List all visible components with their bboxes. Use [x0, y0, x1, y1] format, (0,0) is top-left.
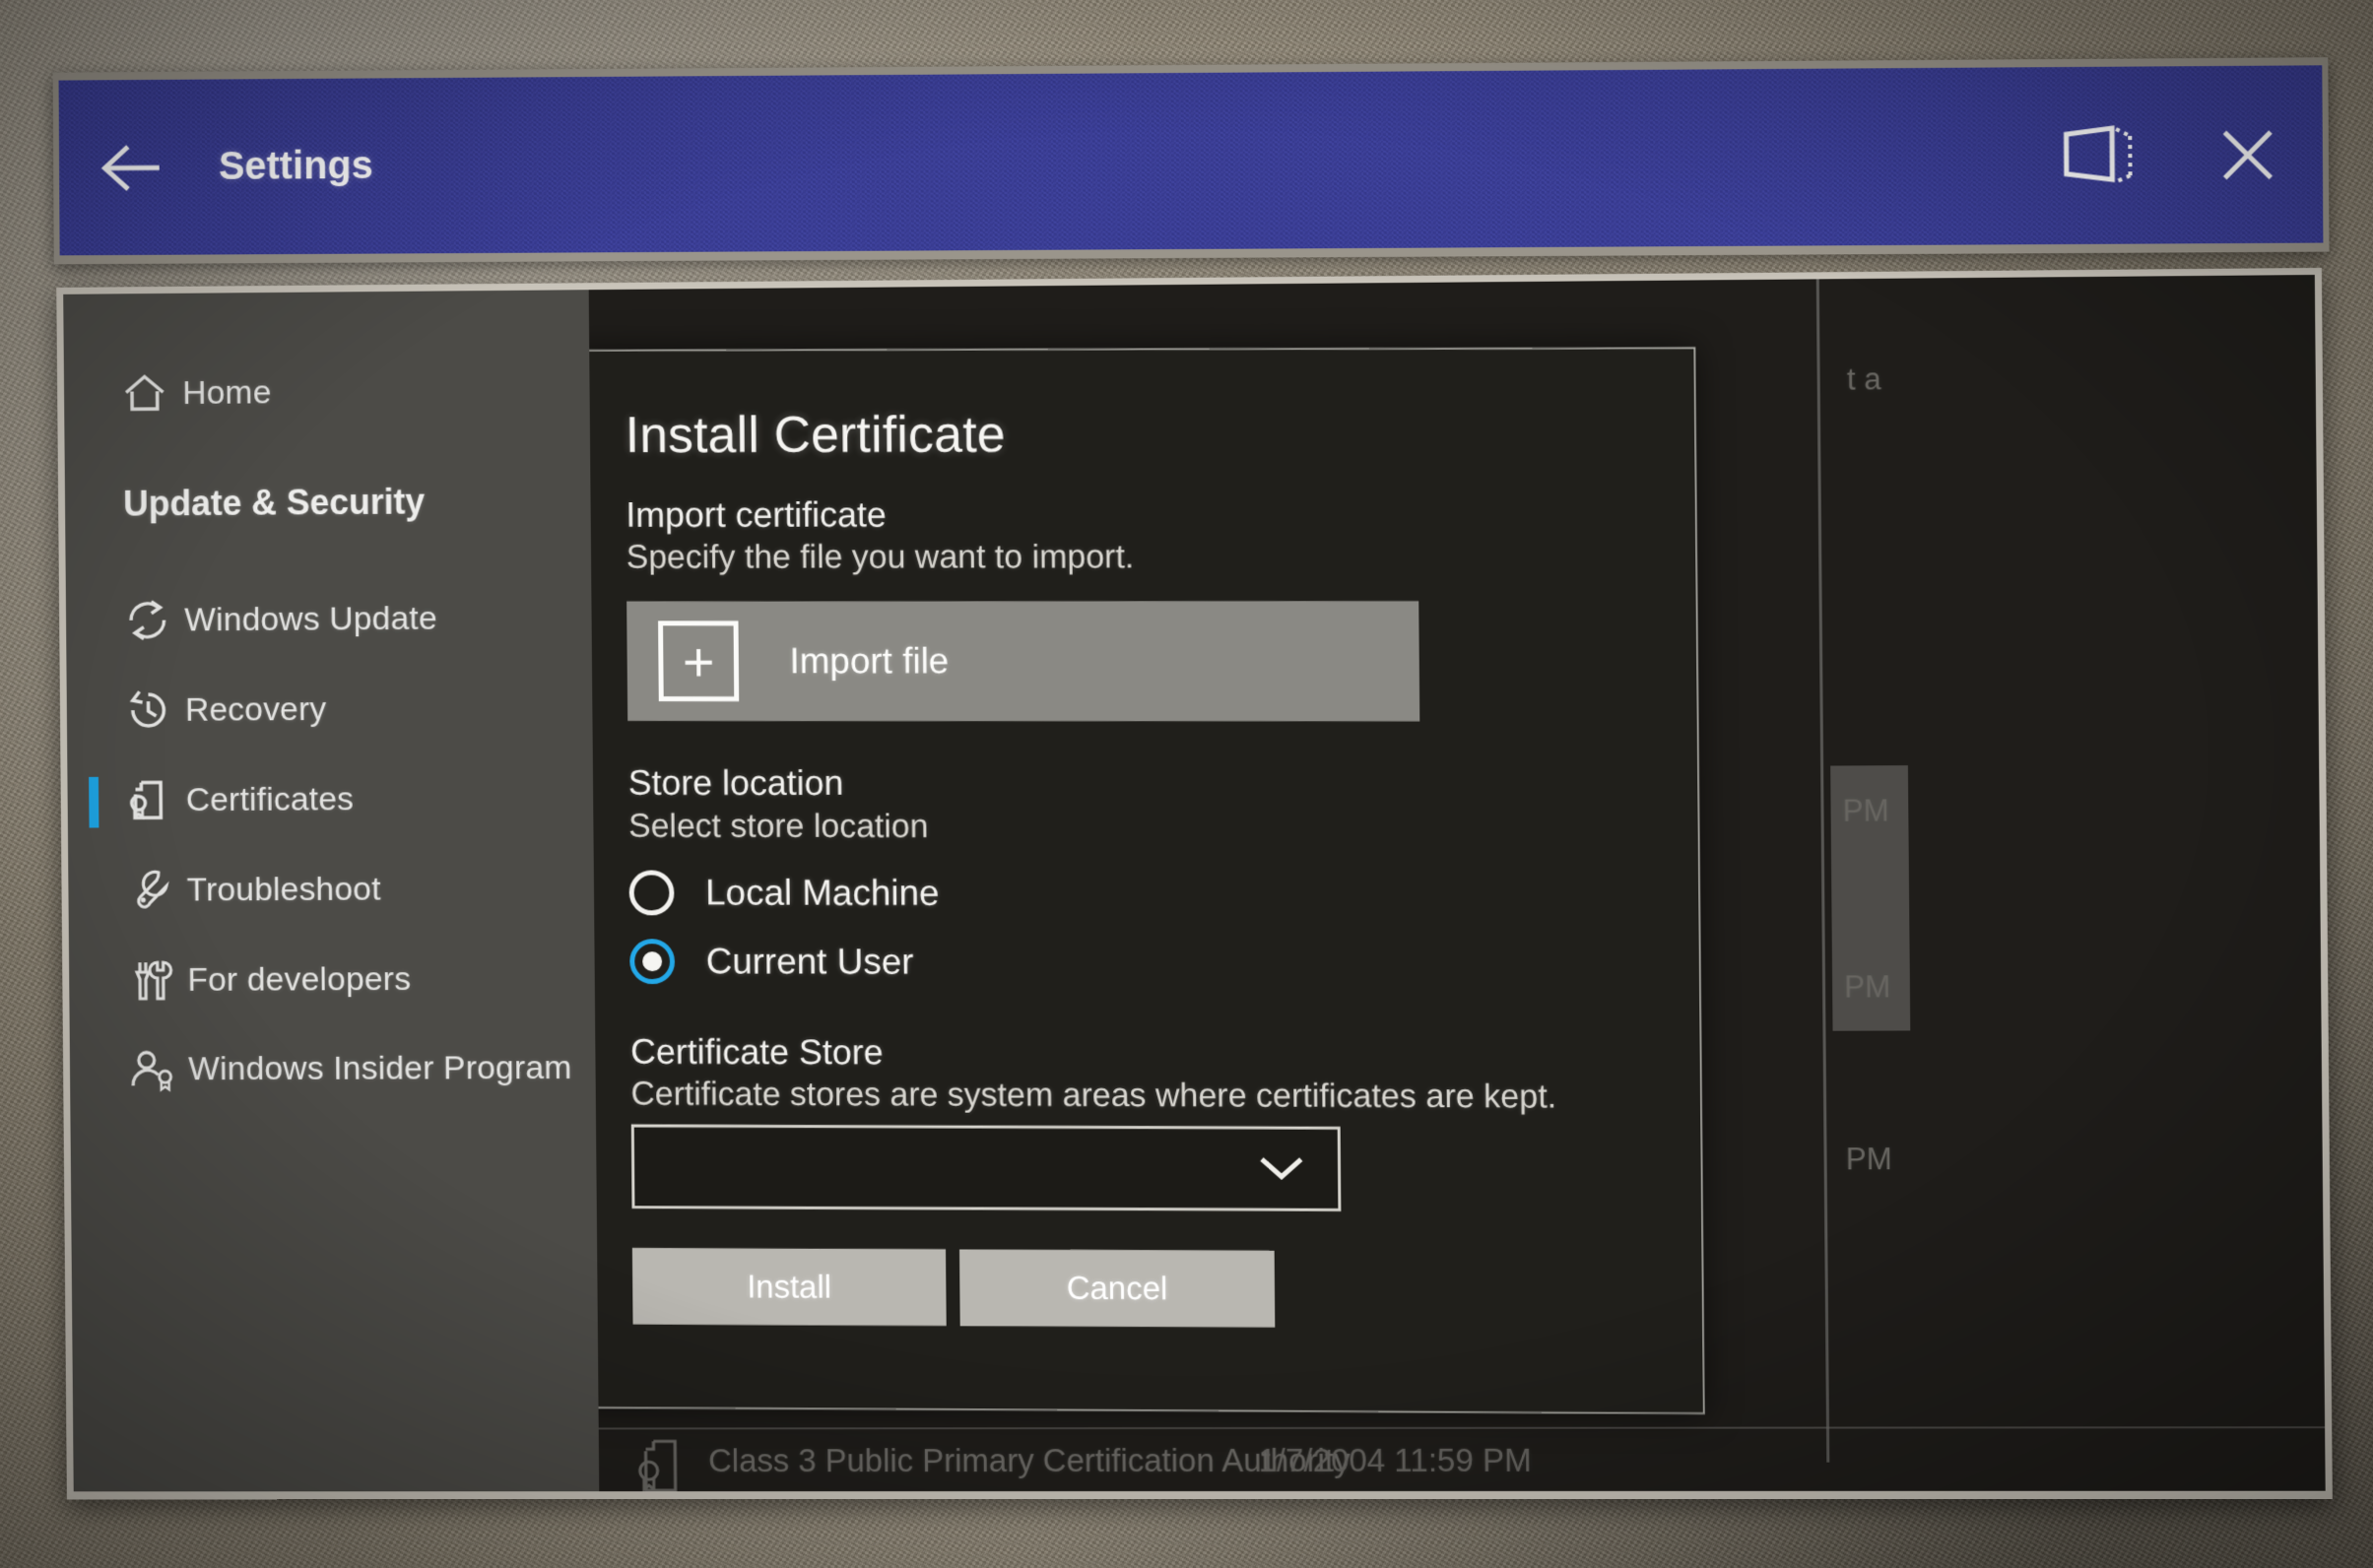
certificate-store-value — [634, 1166, 1259, 1168]
follow-me-icon — [2060, 121, 2136, 189]
store-location-subtext: Select store location — [627, 807, 929, 845]
chevron-down-icon — [1259, 1153, 1304, 1183]
radio-icon-selected — [629, 938, 676, 984]
settings-window-body: Home Update & Security Windows Update Re… — [63, 275, 2326, 1492]
sidebar-item-troubleshoot[interactable]: Troubleshoot — [68, 843, 594, 936]
certificate-store-subtext: Certificate stores are system areas wher… — [630, 1075, 1557, 1116]
sidebar-item-home[interactable]: Home — [64, 345, 590, 439]
store-location-heading: Store location — [627, 762, 844, 804]
window-title: Settings — [218, 144, 373, 188]
install-certificate-dialog: Install Certificate Import certificate S… — [588, 347, 1705, 1415]
store-location-section: Store location Select store location Loc… — [628, 762, 1638, 986]
sidebar-item-label: Recovery — [184, 690, 327, 729]
radio-label: Local Machine — [704, 872, 940, 913]
import-file-button[interactable]: + Import file — [626, 601, 1420, 722]
history-icon — [125, 688, 185, 732]
radio-label: Current User — [705, 940, 914, 982]
sidebar-item-windows-update[interactable]: Windows Update — [66, 572, 592, 666]
sidebar-item-label: Windows Update — [184, 599, 438, 639]
sidebar: Home Update & Security Windows Update Re… — [63, 290, 600, 1492]
titlebar-inner: Settings — [58, 65, 2324, 256]
dialog-title: Install Certificate — [625, 406, 1007, 465]
certificate-store-heading: Certificate Store — [629, 1030, 884, 1072]
settings-window: Home Update & Security Windows Update Re… — [56, 267, 2333, 1500]
sidebar-item-for-developers[interactable]: For developers — [69, 934, 595, 1026]
install-button[interactable]: Install — [631, 1248, 947, 1327]
import-heading: Import certificate — [626, 493, 888, 535]
radio-local-machine[interactable]: Local Machine — [628, 870, 1638, 917]
sidebar-item-label: Home — [182, 373, 272, 412]
insider-icon — [128, 1046, 189, 1093]
sidebar-item-label: For developers — [187, 960, 412, 999]
sidebar-item-windows-insider-program[interactable]: Windows Insider Program — [70, 1023, 596, 1115]
cancel-button[interactable]: Cancel — [958, 1249, 1276, 1328]
follow-me-button[interactable] — [2023, 66, 2174, 244]
close-icon — [2216, 123, 2278, 185]
dialog-actions: Install Cancel — [631, 1248, 1276, 1328]
wrench-icon — [126, 868, 187, 913]
sidebar-item-label: Troubleshoot — [186, 870, 381, 909]
import-certificate-section: Import certificate Specify the file you … — [626, 493, 1635, 722]
certificate-store-dropdown[interactable] — [630, 1124, 1342, 1211]
certificate-store-section: Certificate Store Certificate stores are… — [630, 1030, 1640, 1212]
radio-current-user[interactable]: Current User — [629, 938, 1638, 986]
window-titlebar: Settings — [52, 57, 2330, 265]
titlebar-spacer — [373, 156, 2023, 165]
back-button[interactable] — [59, 80, 206, 256]
close-button[interactable] — [2172, 65, 2323, 243]
content-area: t a PM PM PM Class 3 Public Primary Cert… — [588, 275, 2326, 1492]
import-subtext: Specify the file you want to import. — [626, 538, 1135, 577]
sidebar-item-label: Certificates — [185, 780, 355, 819]
sync-icon — [124, 599, 184, 642]
sidebar-item-label: Windows Insider Program — [188, 1049, 572, 1088]
plus-icon: + — [658, 621, 740, 702]
sidebar-section-header: Update & Security — [122, 481, 426, 524]
back-arrow-icon — [100, 143, 163, 192]
import-file-label: Import file — [789, 640, 950, 682]
sidebar-item-certificates[interactable]: Certificates — [67, 752, 593, 845]
home-icon — [122, 372, 182, 414]
radio-icon — [628, 870, 675, 915]
tools-icon — [127, 956, 188, 1004]
certificate-icon — [126, 776, 187, 823]
sidebar-item-recovery[interactable]: Recovery — [66, 663, 592, 756]
